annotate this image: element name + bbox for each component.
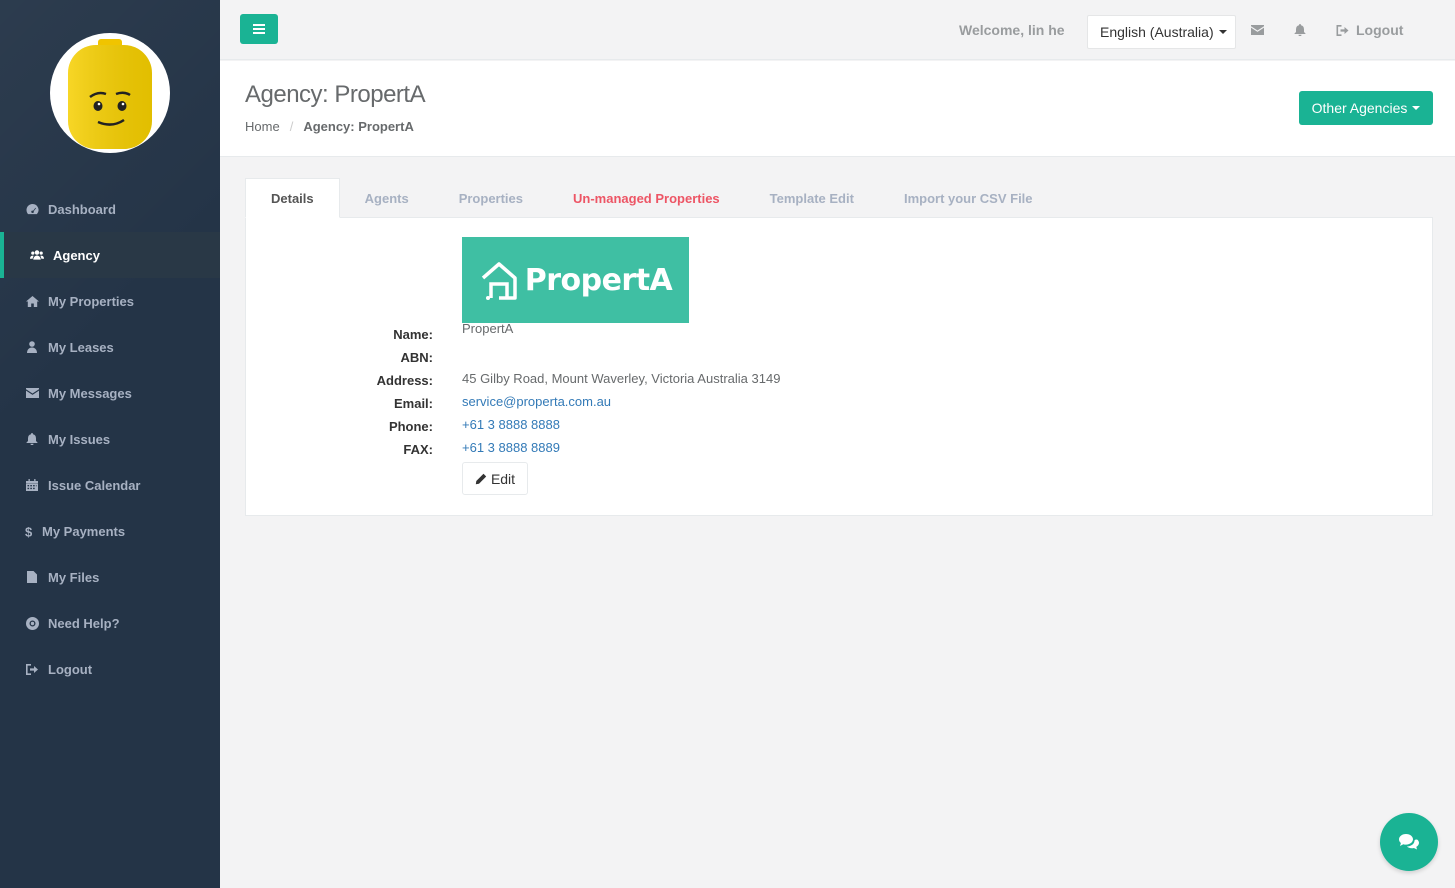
bars-icon [253, 24, 265, 34]
logout-label: Logout [1356, 22, 1404, 38]
detail-row-address: Address: 45 Gilby Road, Mount Waverley, … [246, 369, 1434, 392]
breadcrumb-current: Agency: PropertA [303, 119, 414, 134]
sidebar-item-label: Agency [53, 247, 100, 263]
sidebar-item-label: Logout [48, 661, 93, 677]
logout-link[interactable]: Logout [1336, 22, 1403, 38]
sidebar-item-label: Issue Calendar [48, 477, 141, 493]
detail-label: Phone: [388, 419, 433, 434]
sidebar-item-label: My Messages [48, 385, 132, 401]
pencil-icon [475, 473, 487, 484]
welcome-message: Welcome, lin he [959, 22, 1065, 38]
sidebar-item-agency[interactable]: Agency [0, 232, 220, 278]
lego-head-icon [68, 39, 152, 149]
tab-agents[interactable]: Agents [340, 178, 434, 218]
chat-button[interactable] [1380, 813, 1438, 871]
agency-tabs: Details Agents Properties Un-managed Pro… [245, 178, 1433, 218]
sidebar-item-my-files[interactable]: My Files [0, 554, 220, 600]
detail-row-name: Name: PropertA [246, 321, 1434, 346]
sidebar-item-label: My Files [48, 569, 100, 585]
sidebar-item-issue-calendar[interactable]: Issue Calendar [0, 462, 220, 508]
language-dropdown[interactable]: English (Australia) [1087, 15, 1236, 49]
language-label: English (Australia) [1100, 24, 1214, 40]
sign-out-icon [1336, 24, 1349, 36]
agency-details-list: Name: PropertA ABN: Address: 45 Gilby Ro… [246, 321, 1434, 461]
edit-label: Edit [490, 470, 516, 487]
sidebar-item-label: Dashboard [48, 201, 116, 217]
tab-properties[interactable]: Properties [434, 178, 548, 218]
file-icon [25, 570, 39, 584]
phone-link[interactable]: +61 3 8888 8888 [462, 417, 560, 432]
sidebar-item-my-payments[interactable]: $ My Payments [0, 508, 220, 554]
bell-icon [25, 432, 39, 446]
envelope-icon [25, 386, 39, 400]
other-agencies-button[interactable]: Other Agencies [1299, 91, 1433, 125]
user-icon [25, 340, 39, 354]
sidebar-item-label: My Issues [48, 431, 111, 447]
detail-row-abn: ABN: [246, 346, 1434, 369]
other-agencies-label: Other Agencies [1311, 100, 1408, 116]
tab-template-edit[interactable]: Template Edit [745, 178, 879, 218]
home-icon [25, 294, 39, 308]
detail-value: 45 Gilby Road, Mount Waverley, Victoria … [462, 371, 781, 386]
dollar-icon: $ [25, 524, 33, 538]
page-title: Agency: PropertA [245, 81, 426, 108]
sidebar-nav: Dashboard Agency My Properties My Leases… [0, 186, 220, 692]
edit-button[interactable]: Edit [462, 462, 528, 495]
messages-icon[interactable] [1249, 22, 1265, 38]
users-icon [30, 248, 44, 262]
life-ring-icon [25, 616, 39, 630]
email-link[interactable]: service@properta.com.au [462, 394, 611, 409]
detail-label: ABN: [400, 350, 434, 365]
agency-logo-text: PropertA [524, 262, 673, 298]
menu-toggle-button[interactable] [240, 14, 278, 44]
notifications-bell-icon[interactable] [1292, 22, 1308, 38]
detail-row-phone: Phone: +61 3 8888 8888 [246, 415, 1434, 438]
sidebar-item-label: Need Help? [48, 615, 120, 631]
fax-link[interactable]: +61 3 8888 8889 [462, 440, 560, 455]
dashboard-icon [25, 202, 39, 216]
caret-down-icon [1412, 106, 1421, 110]
svg-text:$: $ [25, 525, 33, 538]
detail-row-email: Email: service@properta.com.au [246, 392, 1434, 415]
page-heading: Agency: PropertA Home / Agency: PropertA… [220, 61, 1455, 157]
avatar[interactable] [50, 33, 170, 153]
detail-label: Email: [393, 396, 433, 411]
sidebar-item-dashboard[interactable]: Dashboard [0, 186, 220, 232]
calendar-icon [25, 478, 39, 492]
sidebar: Dashboard Agency My Properties My Leases… [0, 0, 220, 888]
breadcrumb: Home / Agency: PropertA [245, 119, 414, 134]
sidebar-item-need-help[interactable]: Need Help? [0, 600, 220, 646]
detail-row-fax: FAX: +61 3 8888 8889 [246, 438, 1434, 461]
sidebar-item-my-issues[interactable]: My Issues [0, 416, 220, 462]
house-logo-icon [481, 262, 517, 300]
sidebar-item-label: My Payments [42, 523, 126, 539]
detail-label: Address: [376, 373, 433, 388]
sidebar-item-label: My Leases [48, 339, 114, 355]
sidebar-item-my-properties[interactable]: My Properties [0, 278, 220, 324]
sidebar-item-logout[interactable]: Logout [0, 646, 220, 692]
agency-logo: PropertA [462, 237, 689, 323]
sidebar-item-my-messages[interactable]: My Messages [0, 370, 220, 416]
breadcrumb-separator: / [289, 119, 294, 134]
detail-value: PropertA [462, 321, 514, 336]
detail-label: FAX: [403, 442, 433, 457]
detail-label: Name: [393, 327, 433, 342]
details-panel: PropertA Name: PropertA ABN: Address: 45… [245, 217, 1433, 516]
tab-unmanaged-properties[interactable]: Un-managed Properties [548, 178, 745, 218]
breadcrumb-home[interactable]: Home [245, 119, 280, 134]
tab-details[interactable]: Details [245, 178, 340, 218]
tab-import-csv[interactable]: Import your CSV File [879, 178, 1058, 218]
sidebar-item-label: My Properties [48, 293, 134, 309]
top-navbar: Welcome, lin he English (Australia) Logo… [220, 0, 1455, 60]
sidebar-item-my-leases[interactable]: My Leases [0, 324, 220, 370]
comments-icon [1399, 834, 1419, 850]
sign-out-icon [25, 662, 39, 676]
caret-down-icon [1218, 30, 1227, 34]
